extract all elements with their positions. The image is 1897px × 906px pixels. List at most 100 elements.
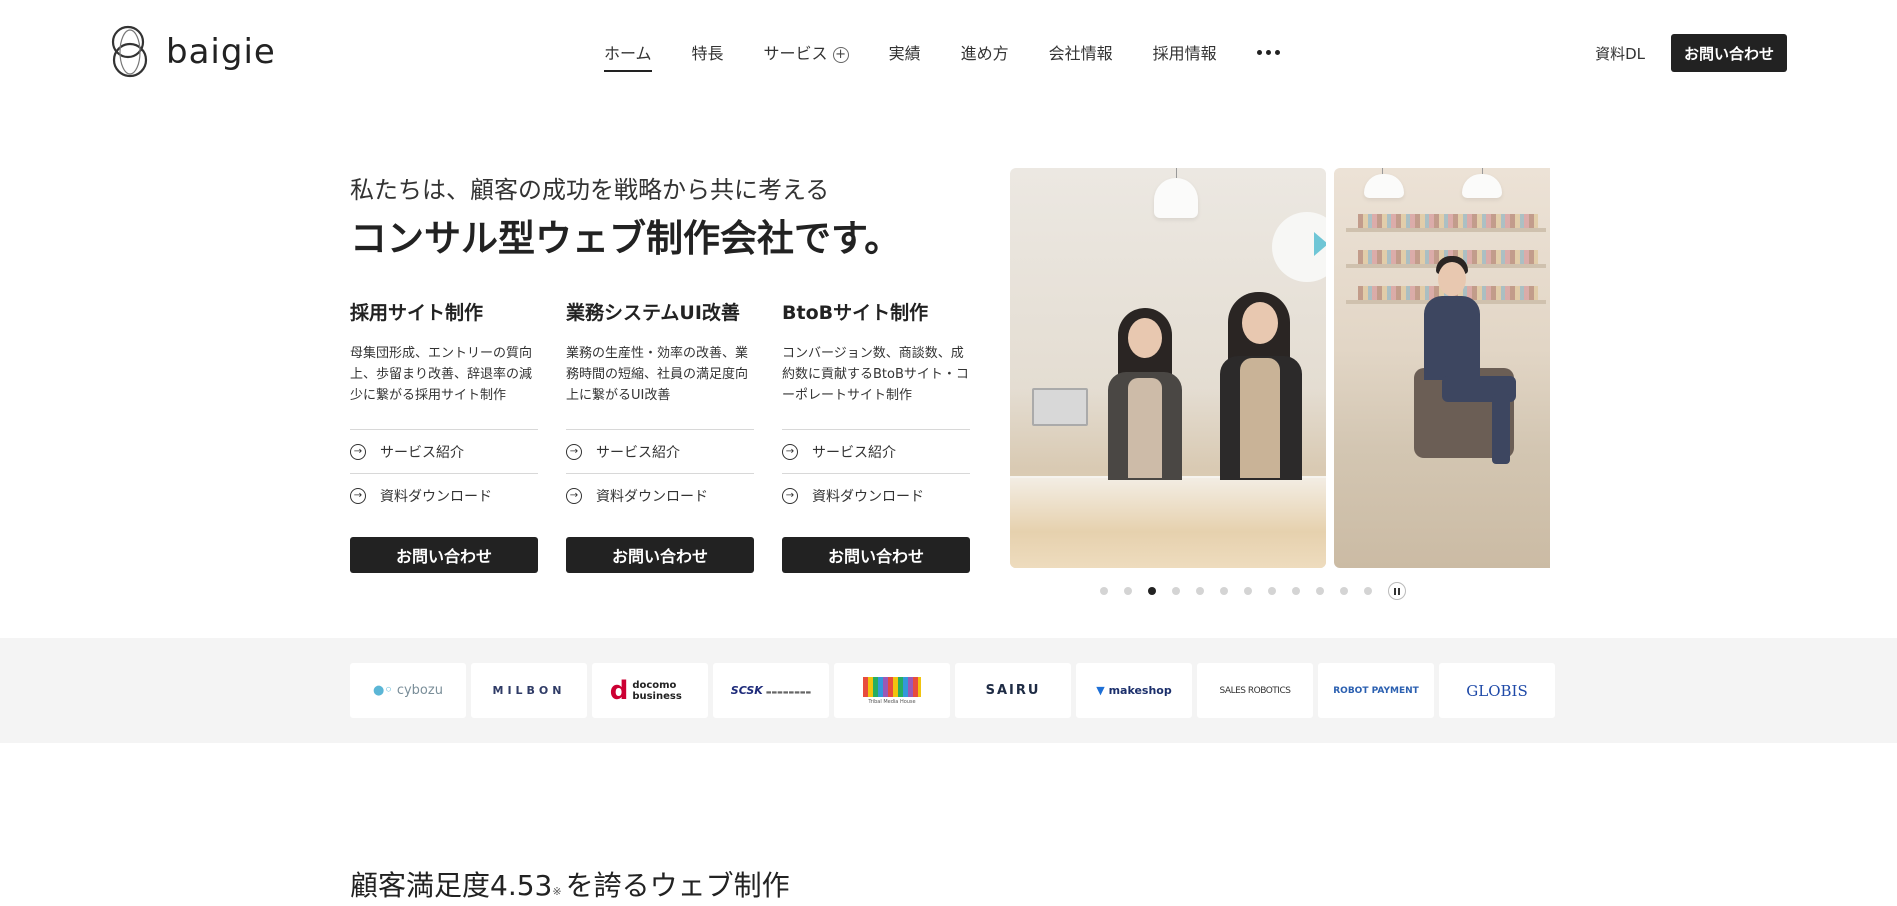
hero-carousel[interactable]	[1010, 168, 1550, 568]
satisfaction-title-rest: を誇るウェブ制作	[565, 869, 790, 902]
client-logo-robot-payment: ROBOT PAYMENT	[1333, 685, 1419, 696]
main-nav: ホーム 特長 サービス + 実績 進め方 会社情報 採用情報	[604, 40, 1280, 72]
satisfaction-section-title: 顧客満足度4.53※ を誇るウェブ制作	[350, 864, 790, 904]
carousel-dot[interactable]	[1316, 587, 1324, 595]
service-title: BtoBサイト制作	[782, 302, 929, 324]
client-logo-card: ROBOT PAYMENT	[1318, 663, 1434, 718]
more-horizontal-icon[interactable]	[1256, 49, 1280, 63]
download-link[interactable]: → 資料ダウンロード	[782, 473, 970, 517]
arrow-right-circle-icon: →	[350, 487, 366, 504]
client-logo-docomo: d docomo business	[609, 675, 682, 706]
client-logo-sairu: SAIRU	[985, 683, 1041, 698]
nav-item-services[interactable]: サービス +	[764, 40, 849, 72]
client-logo-card: ●◦ cybozu	[350, 663, 466, 718]
service-card-btob-site: BtoBサイト制作 コンバージョン数、商談数、成約数に貢献するBtoBサイト・コ…	[782, 298, 970, 573]
service-intro-link[interactable]: → サービス紹介	[350, 429, 538, 473]
client-logo-sales-robotics: SALES ROBOTICS	[1219, 685, 1291, 696]
pause-icon[interactable]	[1388, 582, 1406, 600]
carousel-pagination	[1100, 582, 1406, 600]
download-label: 資料ダウンロード	[812, 488, 924, 505]
doc-download-link[interactable]: 資料DL	[1595, 43, 1645, 64]
nav-item-services-label: サービス	[763, 44, 828, 63]
client-logo-card: SCSK ▬▬▬▬▬▬▬▬	[713, 663, 829, 718]
client-logo-tribal: Tribal Media House	[863, 676, 921, 705]
carousel-dot[interactable]	[1100, 587, 1108, 595]
client-logo-card: SAIRU	[955, 663, 1071, 718]
arrow-right-circle-icon: →	[350, 443, 366, 460]
service-intro-label: サービス紹介	[812, 444, 896, 461]
pendant-lamp	[1154, 178, 1198, 218]
nav-item-recruit[interactable]: 採用情報	[1153, 40, 1217, 72]
nav-item-features[interactable]: 特長	[692, 40, 724, 72]
carousel-dot[interactable]	[1340, 587, 1348, 595]
reception-counter	[1010, 478, 1326, 568]
service-intro-link[interactable]: → サービス紹介	[566, 429, 754, 473]
header-actions: 資料DL お問い合わせ	[1595, 34, 1787, 72]
baigie-logo-icon	[111, 25, 148, 78]
carousel-slide-photo-staff	[1010, 168, 1326, 568]
arrow-right-circle-icon: →	[782, 443, 798, 460]
client-logo-globis: GLOBIS	[1466, 681, 1528, 700]
client-logo-card: d docomo business	[592, 663, 708, 718]
header-contact-button[interactable]: お問い合わせ	[1671, 34, 1787, 72]
brand-logo[interactable]: baigie	[108, 24, 276, 80]
nav-item-works[interactable]: 実績	[889, 40, 921, 72]
contact-button[interactable]: お問い合わせ	[350, 537, 538, 573]
client-logo-card: ▼ makeshop	[1076, 663, 1192, 718]
nav-item-process[interactable]: 進め方	[961, 40, 1009, 72]
service-title: 業務システムUI改善	[566, 302, 740, 324]
carousel-dot[interactable]	[1244, 587, 1252, 595]
client-logo-list: ●◦ cybozu MILBON d docomo business SCSK ▬…	[350, 663, 1555, 718]
contact-button[interactable]: お問い合わせ	[782, 537, 970, 573]
makeshop-mark-icon: ▼	[1096, 684, 1105, 697]
service-title: 採用サイト制作	[350, 302, 484, 324]
site-header: baigie ホーム 特長 サービス + 実績 進め方 会社情報 採用情報 資料D…	[0, 0, 1897, 104]
service-description: 母集団形成、エントリーの質向上、歩留まり改善、辞退率の減少に繋がる採用サイト制作	[350, 346, 533, 403]
client-logo-card: Tribal Media House	[834, 663, 950, 718]
tribal-mosaic-icon	[863, 676, 921, 697]
download-label: 資料ダウンロード	[596, 488, 708, 505]
service-intro-label: サービス紹介	[596, 444, 680, 461]
carousel-dot[interactable]	[1196, 587, 1204, 595]
satisfaction-footnote-mark: ※	[552, 885, 562, 898]
carousel-dot[interactable]	[1124, 587, 1132, 595]
service-description: 業務の生産性・効率の改善、業務時間の短縮、社員の満足度向上に繋がるUI改善	[566, 346, 749, 403]
download-link[interactable]: → 資料ダウンロード	[566, 473, 754, 517]
cybozu-mark-icon: ●◦	[373, 683, 393, 698]
arrow-right-circle-icon: →	[566, 443, 582, 460]
carousel-dot[interactable]	[1292, 587, 1300, 595]
service-intro-link[interactable]: → サービス紹介	[782, 429, 970, 473]
service-card-recruit-site: 採用サイト制作 母集団形成、エントリーの質向上、歩留まり改善、辞退率の減少に繋が…	[350, 298, 538, 573]
carousel-dot[interactable]	[1268, 587, 1276, 595]
client-logos-band: ●◦ cybozu MILBON d docomo business SCSK ▬…	[0, 638, 1897, 743]
service-intro-label: サービス紹介	[380, 444, 464, 461]
carousel-dot[interactable]	[1364, 587, 1372, 595]
contact-button[interactable]: お問い合わせ	[566, 537, 754, 573]
satisfaction-title-main: 顧客満足度4.53	[350, 869, 553, 902]
client-logo-milbon: MILBON	[492, 684, 566, 697]
client-logo-card: GLOBIS	[1439, 663, 1555, 718]
service-description: コンバージョン数、商談数、成約数に貢献するBtoBサイト・コーポレートサイト制作	[782, 346, 969, 403]
hero-title: コンサル型ウェブ制作会社です。	[350, 217, 902, 260]
carousel-dot[interactable]	[1220, 587, 1228, 595]
client-logo-makeshop: ▼ makeshop	[1096, 684, 1172, 697]
docomo-d-icon: d	[609, 675, 629, 706]
download-label: 資料ダウンロード	[380, 488, 492, 505]
laptop	[1032, 388, 1088, 426]
nav-item-home[interactable]: ホーム	[604, 40, 652, 72]
service-card-ui-improvement: 業務システムUI改善 業務の生産性・効率の改善、業務時間の短縮、社員の満足度向上…	[566, 298, 754, 573]
plus-circle-icon: +	[832, 47, 849, 63]
client-logo-card: MILBON	[471, 663, 587, 718]
carousel-slide-photo-ceo	[1334, 168, 1550, 568]
arrow-right-circle-icon: →	[782, 487, 798, 504]
carousel-dot-active[interactable]	[1148, 587, 1156, 595]
brand-name: baigie	[166, 32, 276, 72]
download-link[interactable]: → 資料ダウンロード	[350, 473, 538, 517]
hero-subtitle: 私たちは、顧客の成功を戦略から共に考える	[350, 176, 830, 204]
arrow-right-circle-icon: →	[566, 487, 582, 504]
nav-item-company[interactable]: 会社情報	[1049, 40, 1113, 72]
client-logo-cybozu: ●◦ cybozu	[373, 683, 443, 698]
carousel-dot[interactable]	[1172, 587, 1180, 595]
client-logo-card: SALES ROBOTICS	[1197, 663, 1313, 718]
client-logo-scsk: SCSK ▬▬▬▬▬▬▬▬	[730, 684, 812, 697]
